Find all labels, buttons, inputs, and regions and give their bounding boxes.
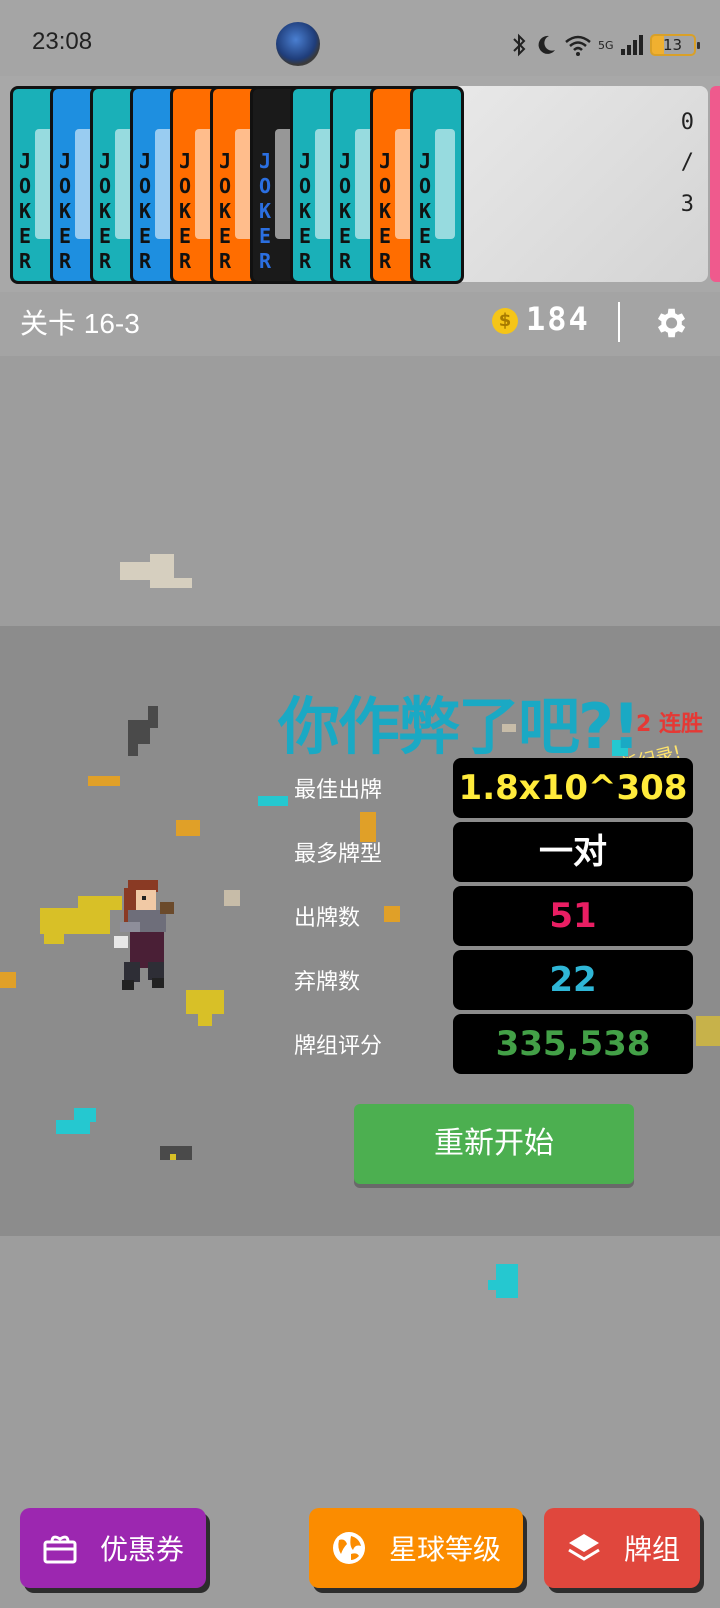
win-streak-label: 2 连胜 bbox=[636, 712, 703, 737]
level-label: 关卡 16-3 bbox=[20, 308, 140, 339]
deck-button[interactable]: 牌组 bbox=[544, 1508, 700, 1588]
counter-separator: / bbox=[680, 150, 694, 175]
stat-label-most-played-hand: 最多牌型 bbox=[294, 842, 383, 867]
counter-total: 3 bbox=[680, 192, 694, 217]
coupon-icon bbox=[42, 1530, 78, 1566]
coin-icon: $ bbox=[492, 308, 518, 334]
divider bbox=[618, 302, 620, 342]
card-word: JOKER bbox=[339, 149, 352, 273]
stat-value-hands-played: 51 bbox=[453, 886, 693, 946]
stat-label-best-hand: 最佳出牌 bbox=[294, 778, 383, 803]
coin-count: 184 bbox=[526, 300, 590, 338]
card-word: JOKER bbox=[419, 149, 432, 273]
joker-card-strip[interactable]: JOKER JOKER JOKER JOKER JOKER JOKER JOKER JOKER… bbox=[0, 76, 720, 292]
info-bar: 关卡 16-3 $ 184 bbox=[0, 292, 720, 356]
wifi-icon bbox=[565, 35, 591, 56]
stat-value-deck-score: 335,538 bbox=[453, 1014, 693, 1074]
card-word: JOKER bbox=[299, 149, 312, 273]
stat-label-hands-played: 出牌数 bbox=[294, 906, 361, 931]
card-word: JOKER bbox=[379, 149, 392, 273]
joker-card[interactable]: JOKER bbox=[410, 86, 464, 284]
result-title: 你作弊了吧?! bbox=[278, 690, 640, 763]
layers-icon bbox=[566, 1530, 602, 1566]
status-time: 23:08 bbox=[32, 28, 93, 55]
status-icons: 5G 13 bbox=[510, 30, 700, 60]
card-word: JOKER bbox=[179, 149, 192, 273]
stat-value-best-hand: 1.8x10^308 bbox=[453, 758, 693, 818]
card-word: JOKER bbox=[99, 149, 112, 273]
notification-avatar-icon bbox=[276, 22, 320, 66]
globe-icon bbox=[331, 1530, 367, 1566]
planet-level-label: 星球等级 bbox=[389, 1533, 502, 1566]
gear-icon bbox=[657, 308, 686, 338]
stat-value-most-played-hand: 一对 bbox=[453, 822, 693, 882]
card-word: JOKER bbox=[139, 149, 152, 273]
moon-icon bbox=[538, 35, 555, 54]
stat-label-discards: 弃牌数 bbox=[294, 970, 361, 995]
card-word: JOKER bbox=[259, 149, 272, 273]
card-word: JOKER bbox=[59, 149, 72, 273]
pixel-character bbox=[114, 880, 174, 990]
stat-label-deck-score: 牌组评分 bbox=[294, 1034, 383, 1059]
joker-slot-counter: 0 / 3 bbox=[432, 86, 708, 282]
counter-current: 0 bbox=[680, 110, 694, 135]
bluetooth-icon bbox=[513, 33, 526, 57]
deck-label: 牌组 bbox=[624, 1533, 681, 1566]
coupon-button[interactable]: 优惠券 bbox=[20, 1508, 206, 1588]
card-art bbox=[435, 129, 455, 239]
stat-value-discards: 22 bbox=[453, 950, 693, 1010]
card-word: JOKER bbox=[219, 149, 232, 273]
battery-icon: 13 bbox=[649, 34, 700, 56]
network-type: 5G bbox=[598, 38, 614, 52]
signal-icon bbox=[620, 35, 643, 55]
status-bar: 23:08 5G 13 bbox=[0, 0, 720, 76]
card-word: JOKER bbox=[19, 149, 32, 273]
coupon-label: 优惠券 bbox=[100, 1533, 185, 1566]
joker-card-partial[interactable] bbox=[710, 86, 720, 282]
planet-level-button[interactable]: 星球等级 bbox=[309, 1508, 523, 1588]
settings-button[interactable] bbox=[650, 304, 690, 344]
restart-button[interactable]: 重新开始 bbox=[354, 1104, 634, 1184]
